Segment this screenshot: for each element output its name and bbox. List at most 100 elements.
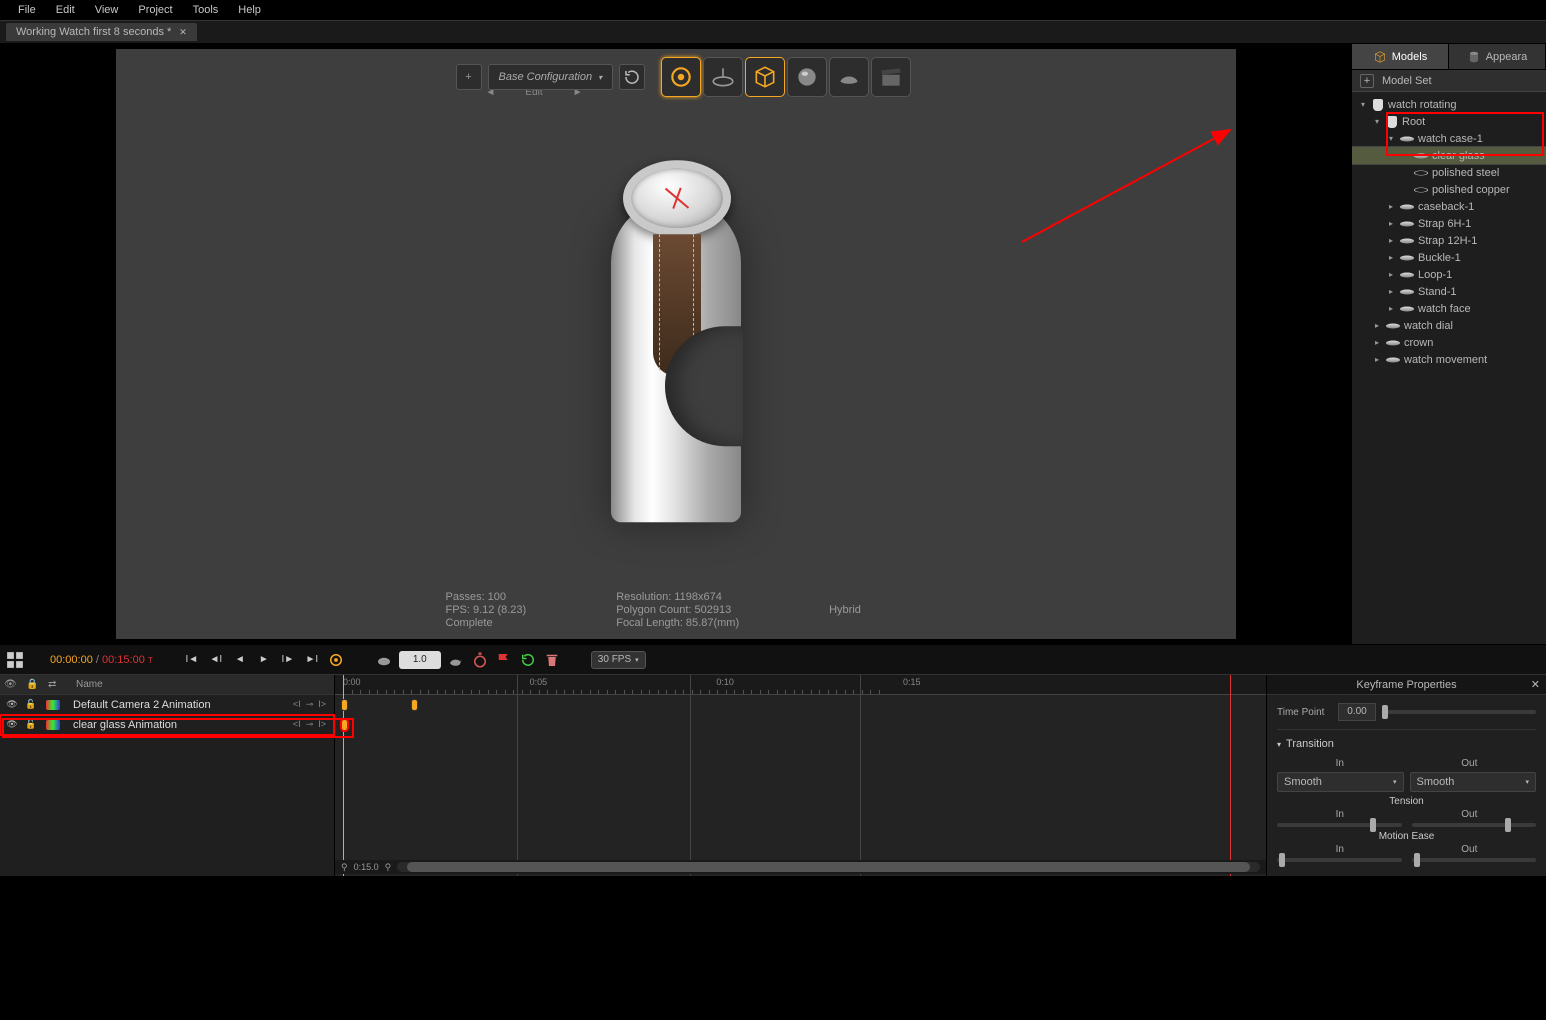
track-visibility-icon[interactable]: 👁 (4, 719, 20, 730)
zoom-in-icon[interactable]: ⚲ (385, 862, 392, 873)
ease-out-slider[interactable] (1412, 858, 1537, 862)
part-icon (1400, 255, 1414, 260)
tree-item-stand-1[interactable]: ▸Stand-1 (1352, 283, 1546, 300)
keyframe[interactable] (341, 699, 348, 711)
tree-caret-icon[interactable]: ▸ (1386, 236, 1396, 245)
configuration-dropdown[interactable]: Base Configuration ▾ (488, 64, 614, 90)
part-icon (1400, 136, 1414, 141)
stopwatch-button[interactable] (471, 651, 489, 669)
time-ruler[interactable]: 0:000:050:100:15 (335, 675, 1266, 695)
tree-item-watch-case-1[interactable]: ▾watch case-1 (1352, 130, 1546, 147)
close-tab-icon[interactable]: ✕ (179, 27, 187, 38)
time-point-input[interactable]: 0.00 (1338, 703, 1376, 721)
ease-in-slider[interactable] (1277, 858, 1402, 862)
menu-tools[interactable]: Tools (183, 2, 229, 18)
tree-caret-icon[interactable]: ▸ (1386, 253, 1396, 262)
timeline-settings-button[interactable] (327, 651, 345, 669)
step-forward-button[interactable]: I► (279, 651, 297, 669)
tree-item-watch-face[interactable]: ▸watch face (1352, 300, 1546, 317)
end-marker[interactable] (1230, 675, 1231, 876)
tree-caret-icon[interactable]: ▾ (1358, 100, 1368, 109)
zoom-scrollbar[interactable] (397, 862, 1260, 872)
tree-caret-icon[interactable]: ▾ (1386, 134, 1396, 143)
refresh-config-button[interactable] (619, 64, 645, 90)
close-panel-icon[interactable]: ✕ (1531, 678, 1540, 691)
timeline-graph[interactable]: 0:000:050:100:15 (335, 675, 1266, 876)
tree-caret-icon[interactable]: ▸ (1386, 219, 1396, 228)
time-point-slider[interactable] (1382, 710, 1536, 714)
track-row[interactable]: 👁🔓clear glass Animation<I⊸I> (0, 715, 334, 735)
tree-caret-icon[interactable]: ▸ (1372, 321, 1382, 330)
tension-out-slider[interactable] (1412, 823, 1537, 827)
tab-appearances[interactable]: Appeara (1449, 44, 1546, 69)
menu-project[interactable]: Project (128, 2, 182, 18)
tree-caret-icon[interactable]: ▾ (1372, 117, 1382, 126)
tree-item-caseback-1[interactable]: ▸caseback-1 (1352, 198, 1546, 215)
fps-dropdown[interactable]: 30 FPS ▾ (591, 651, 646, 669)
tension-label: Tension (1277, 796, 1536, 807)
tree-item-watch-rotating[interactable]: ▾watch rotating (1352, 96, 1546, 113)
tree-item-watch-dial[interactable]: ▸watch dial (1352, 317, 1546, 334)
document-tab[interactable]: Working Watch first 8 seconds * ✕ (6, 23, 197, 41)
play-forward-button[interactable]: ► (255, 651, 273, 669)
zoom-out-icon[interactable]: ⚲ (341, 862, 348, 873)
track-visibility-icon[interactable]: 👁 (4, 699, 20, 710)
tree-item-clear-glass[interactable]: clear glass (1352, 147, 1546, 164)
playback-speed-input[interactable]: 1.0 (399, 651, 441, 669)
tree-item-buckle-1[interactable]: ▸Buckle-1 (1352, 249, 1546, 266)
add-modelset-button[interactable]: + (1360, 74, 1374, 88)
tree-item-crown[interactable]: ▸crown (1352, 334, 1546, 351)
tree-item-strap-6h-1[interactable]: ▸Strap 6H-1 (1352, 215, 1546, 232)
delete-button[interactable] (543, 651, 561, 669)
track-end-controls[interactable]: <I⊸I> (293, 699, 330, 710)
render-mode-realtime[interactable] (661, 57, 701, 97)
tree-item-polished-steel[interactable]: polished steel (1352, 164, 1546, 181)
tree-label: watch movement (1404, 354, 1487, 366)
tree-item-strap-12h-1[interactable]: ▸Strap 12H-1 (1352, 232, 1546, 249)
sphere-mode-button[interactable] (787, 57, 827, 97)
go-end-button[interactable]: ►I (303, 651, 321, 669)
menu-help[interactable]: Help (228, 2, 271, 18)
ease-out-dropdown[interactable]: Smooth▾ (1410, 772, 1537, 792)
record-button[interactable] (495, 651, 513, 669)
preview-mode-button[interactable] (375, 651, 393, 669)
tree-caret-icon[interactable]: ▸ (1386, 270, 1396, 279)
timeline-layout-button[interactable] (6, 651, 24, 669)
tree-caret-icon[interactable]: ▸ (1372, 338, 1382, 347)
tree-caret-icon[interactable]: ▸ (1386, 202, 1396, 211)
track-lock-icon[interactable]: 🔓 (23, 699, 39, 710)
loop-button[interactable] (519, 651, 537, 669)
menu-view[interactable]: View (85, 2, 129, 18)
header-lock-icon: 🔒 (26, 679, 42, 690)
timeline-zoom-bar[interactable]: ⚲ 0:15.0 ⚲ (335, 860, 1266, 874)
tab-models[interactable]: Models (1352, 44, 1449, 69)
keyframe[interactable] (411, 699, 418, 711)
tension-in-slider[interactable] (1277, 823, 1402, 827)
stat-polycount: Polygon Count: 502913 (616, 604, 739, 616)
tree-caret-icon[interactable]: ▸ (1386, 304, 1396, 313)
clapper-mode-button[interactable] (871, 57, 911, 97)
tree-item-loop-1[interactable]: ▸Loop-1 (1352, 266, 1546, 283)
tree-item-root[interactable]: ▾Root (1352, 113, 1546, 130)
tree-item-polished-copper[interactable]: polished copper (1352, 181, 1546, 198)
menu-edit[interactable]: Edit (46, 2, 85, 18)
tree-caret-icon[interactable]: ▸ (1386, 287, 1396, 296)
menu-file[interactable]: File (8, 2, 46, 18)
ease-in-dropdown[interactable]: Smooth▾ (1277, 772, 1404, 792)
fast-mode-button[interactable] (447, 651, 465, 669)
add-config-button[interactable]: + (456, 64, 482, 90)
go-start-button[interactable]: I◄ (183, 651, 201, 669)
step-back-button[interactable]: ◄I (207, 651, 225, 669)
tree-item-watch-movement[interactable]: ▸ watch movement (1352, 351, 1546, 368)
tree-caret-icon[interactable]: ▸ (1372, 355, 1382, 364)
viewport-3d[interactable]: + Base Configuration ▾ (116, 49, 1236, 639)
environment-mode-button[interactable] (829, 57, 869, 97)
turntable-mode-button[interactable] (703, 57, 743, 97)
play-back-button[interactable]: ◄ (231, 651, 249, 669)
keyframe-selected[interactable] (341, 719, 348, 731)
track-row[interactable]: 👁🔓Default Camera 2 Animation<I⊸I> (0, 695, 334, 715)
track-end-controls[interactable]: <I⊸I> (293, 719, 330, 730)
transition-section[interactable]: ▾ Transition (1277, 738, 1536, 750)
cube-mode-button[interactable] (745, 57, 785, 97)
track-lock-icon[interactable]: 🔓 (23, 719, 39, 730)
